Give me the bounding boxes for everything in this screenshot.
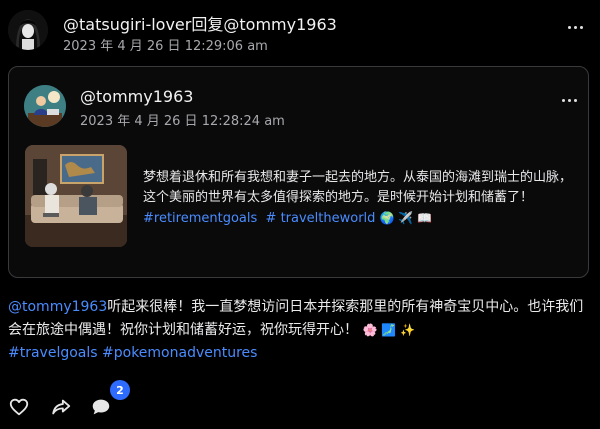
hashtag-retirementgoals[interactable]: #retirementgoals	[143, 211, 257, 226]
quoted-body: 梦想着退休和所有我想和妻子一起去的地方。从泰国的海滩到瑞士的山脉，这个美丽的世界…	[143, 170, 573, 205]
quoted-more-options-icon[interactable]	[560, 91, 578, 109]
heart-icon	[9, 398, 29, 416]
share-arrow-icon	[52, 399, 71, 415]
post-timestamp: 2023 年 4 月 26 日 12:29:06 am	[63, 39, 268, 54]
comment-bubble-icon	[92, 399, 110, 415]
reply-to-user[interactable]: @tommy1963	[223, 15, 336, 34]
share-button[interactable]	[50, 396, 76, 422]
quoted-emojis: 🌍 ✈️ 📖	[379, 211, 433, 225]
quoted-post-card[interactable]: @tommy1963 2023 年 4 月 26 日 12:28:24 am 梦…	[8, 66, 589, 278]
quoted-author-avatar[interactable]	[24, 85, 66, 127]
quoted-post-image[interactable]	[25, 145, 127, 247]
post-header: @tatsugiri-lover回复@tommy1963 2023 年 4 月 …	[8, 8, 590, 54]
like-button[interactable]	[8, 396, 34, 422]
reply-hashtags[interactable]: #travelgoals #pokemonadventures	[8, 345, 257, 361]
reply-body: @tommy1963听起来很棒！我一直梦想访问日本并探索那里的所有神奇宝贝中心。…	[8, 296, 593, 365]
avatar-man-desk-icon	[24, 85, 66, 127]
reply-label: 回复	[191, 15, 224, 34]
post-actions	[8, 396, 208, 426]
comment-button[interactable]	[90, 396, 116, 422]
author-line: @tatsugiri-lover回复@tommy1963	[63, 11, 337, 35]
quoted-timestamp: 2023 年 4 月 26 日 12:28:24 am	[80, 114, 285, 129]
author-avatar[interactable]	[8, 10, 48, 50]
quoted-post-text: 梦想着退休和所有我想和妻子一起去的地方。从泰国的海滩到瑞士的山脉，这个美丽的世界…	[143, 168, 573, 229]
comment-count-badge: 2	[110, 380, 130, 400]
couple-sofa-image-icon	[25, 145, 127, 247]
more-options-icon[interactable]	[566, 18, 584, 36]
avatar-figure-icon	[8, 10, 48, 50]
reply-mention[interactable]: @tommy1963	[8, 299, 107, 315]
hashtag-traveltheworld[interactable]: # traveltheworld	[266, 211, 376, 226]
author-name[interactable]: @tatsugiri-lover	[63, 15, 191, 34]
reply-emojis: 🌸 🗾 ✨	[362, 323, 415, 337]
quoted-author-name[interactable]: @tommy1963	[80, 87, 193, 106]
